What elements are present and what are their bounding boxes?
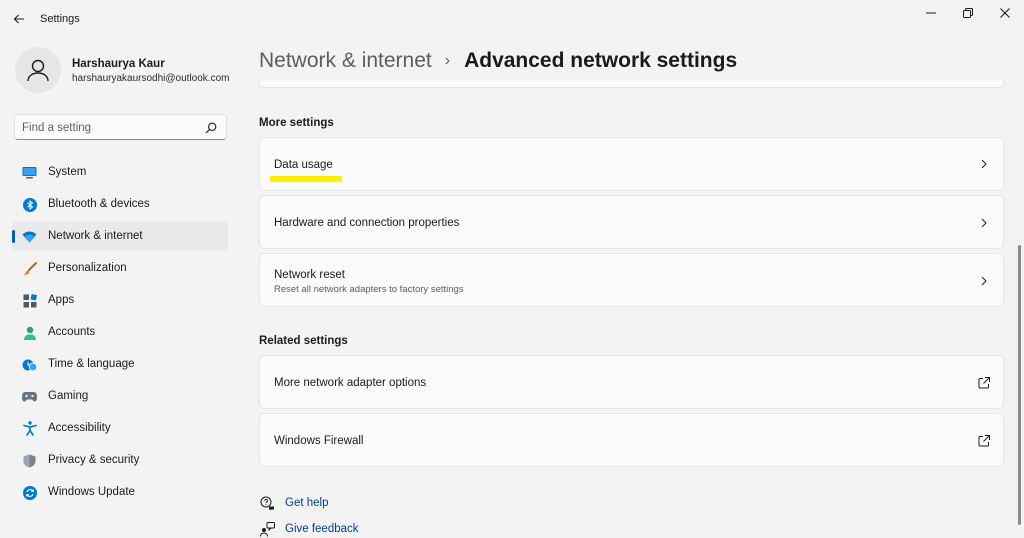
give-feedback-label: Give feedback: [285, 523, 359, 535]
sidebar-item-personalization[interactable]: Personalization: [12, 253, 228, 283]
apps-icon: [22, 293, 37, 308]
sidebar-item-label: Windows Update: [48, 486, 135, 498]
get-help-link[interactable]: Get help: [259, 494, 328, 512]
restore-icon: [963, 8, 973, 18]
person-icon: [27, 59, 49, 82]
open-external-icon: [978, 435, 990, 447]
person-icon: [22, 325, 37, 340]
breadcrumb-parent-link[interactable]: Network & internet: [259, 49, 432, 73]
accessibility-icon: [22, 421, 37, 436]
search-input[interactable]: [22, 119, 202, 136]
chevron-right-icon: [981, 276, 987, 286]
help-chat-icon: [259, 495, 275, 511]
data-usage-card[interactable]: Data usage: [259, 137, 1004, 191]
sidebar-item-windows-update[interactable]: Windows Update: [12, 477, 228, 507]
breadcrumb: Network & internet › Advanced network se…: [259, 46, 737, 76]
search-icon[interactable]: [204, 121, 218, 135]
scrolled-card-edge: [259, 80, 1004, 88]
chevron-right-icon: [981, 159, 987, 169]
sidebar-item-label: Gaming: [48, 390, 89, 402]
monitor-icon: [22, 165, 37, 180]
hardware-connection-properties-card[interactable]: Hardware and connection properties: [259, 195, 1004, 249]
page-title: Advanced network settings: [464, 49, 738, 72]
title-bar: Settings: [0, 0, 1024, 38]
sidebar-item-accounts[interactable]: Accounts: [12, 317, 228, 347]
sidebar-item-network[interactable]: Network & internet: [12, 221, 228, 251]
sidebar-item-label: Accessibility: [48, 422, 111, 434]
network-reset-card[interactable]: Network reset Reset all network adapters…: [259, 253, 1004, 307]
sidebar-item-label: System: [48, 166, 87, 178]
minimize-icon: [926, 12, 936, 14]
restore-button[interactable]: [953, 4, 983, 22]
sidebar-item-label: Accounts: [48, 326, 96, 338]
gamepad-icon: [22, 389, 37, 404]
sidebar-item-label: Personalization: [48, 262, 127, 274]
open-external-icon: [978, 377, 990, 389]
back-arrow-icon: [13, 14, 24, 24]
give-feedback-link[interactable]: Give feedback: [259, 520, 359, 538]
sidebar-item-privacy-security[interactable]: Privacy & security: [12, 445, 228, 475]
more-network-adapter-options-card[interactable]: More network adapter options: [259, 355, 1004, 409]
sidebar-item-label: Bluetooth & devices: [48, 198, 150, 210]
sidebar-item-bluetooth[interactable]: Bluetooth & devices: [12, 189, 228, 219]
clock-globe-icon: [22, 357, 37, 372]
card-title: Hardware and connection properties: [274, 217, 460, 229]
section-title-more-settings: More settings: [259, 117, 334, 129]
sidebar-item-label: Apps: [48, 294, 75, 306]
highlight-marker: [270, 176, 342, 182]
sidebar-item-gaming[interactable]: Gaming: [12, 381, 228, 411]
breadcrumb-separator: ›: [444, 52, 451, 69]
sidebar-item-time-language[interactable]: Time & language: [12, 349, 228, 379]
avatar: [15, 47, 61, 93]
update-icon: [22, 485, 37, 500]
sidebar-item-accessibility[interactable]: Accessibility: [12, 413, 228, 443]
app-title: Settings: [40, 13, 80, 25]
user-email: harshauryakaursodhi@outlook.com: [72, 73, 230, 84]
sidebar-item-label: Network & internet: [48, 230, 143, 242]
shield-icon: [22, 453, 37, 468]
card-title: More network adapter options: [274, 377, 427, 389]
close-icon: [1000, 8, 1010, 18]
section-title-related-settings: Related settings: [259, 335, 348, 347]
sidebar-nav: System Bluetooth & devices Network & int…: [12, 157, 228, 509]
card-title: Windows Firewall: [274, 435, 364, 447]
brush-icon: [22, 261, 37, 276]
bluetooth-icon: [22, 197, 37, 212]
wifi-icon: [22, 229, 37, 244]
windows-firewall-card[interactable]: Windows Firewall: [259, 413, 1004, 467]
sidebar-item-label: Privacy & security: [48, 454, 140, 466]
user-name: Harshaurya Kaur: [72, 58, 165, 70]
user-profile[interactable]: Harshaurya Kaur harshauryakaursodhi@outl…: [15, 45, 235, 97]
feedback-icon: [259, 521, 275, 537]
sidebar-item-label: Time & language: [48, 358, 135, 370]
search-box[interactable]: [14, 114, 227, 140]
sidebar-item-apps[interactable]: Apps: [12, 285, 228, 315]
card-title: Network reset: [274, 269, 345, 281]
card-subtitle: Reset all network adapters to factory se…: [274, 284, 464, 295]
minimize-button[interactable]: [916, 4, 946, 22]
get-help-label: Get help: [285, 497, 329, 509]
sidebar-item-system[interactable]: System: [12, 157, 228, 187]
card-title: Data usage: [274, 159, 333, 171]
chevron-right-icon: [981, 218, 987, 228]
back-button[interactable]: [10, 10, 28, 28]
close-button[interactable]: [990, 4, 1020, 22]
scrollbar-thumb[interactable]: [1018, 245, 1021, 525]
